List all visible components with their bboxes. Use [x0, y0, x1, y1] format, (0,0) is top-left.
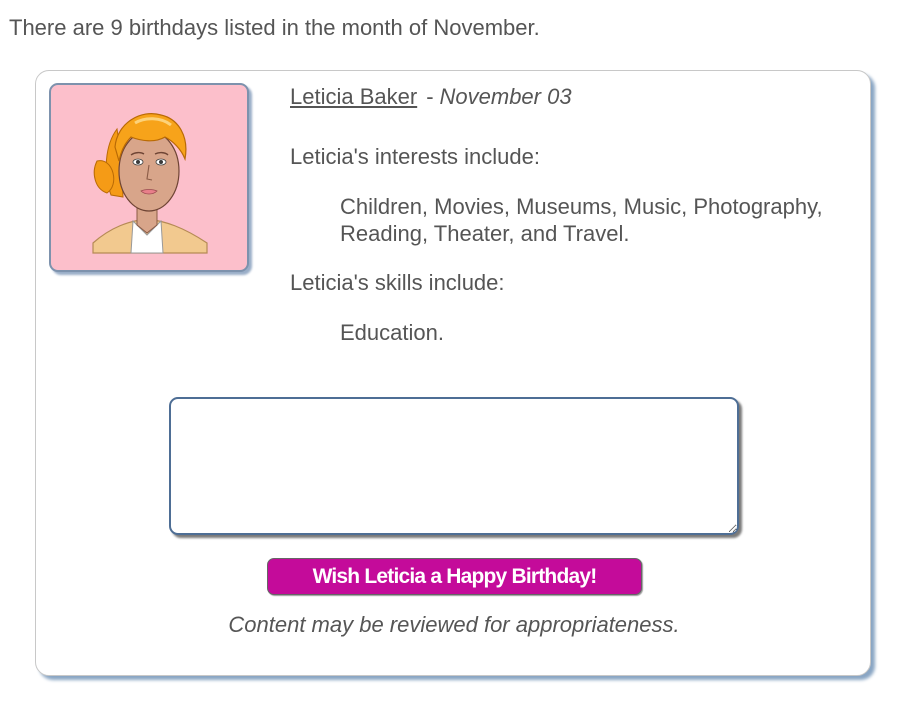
woman-avatar-illustration-icon [92, 113, 208, 254]
birthday-card: Leticia Baker - November 03 Leticia's inte… [35, 70, 871, 676]
interests-list: Children, Movies, Museums, Music, Photog… [340, 194, 823, 246]
person-name-link[interactable]: Leticia Baker [290, 84, 417, 109]
name-separator: - [426, 84, 434, 109]
birthday-message-input[interactable] [169, 397, 739, 535]
skills-list: Education. [340, 320, 444, 345]
birthday-date: November 03 [439, 84, 572, 109]
person-info: Leticia Baker - November 03 Leticia's inte… [290, 83, 865, 346]
moderation-note: Content may be reviewed for appropriaten… [228, 612, 680, 637]
wish-happy-birthday-button[interactable]: Wish Leticia a Happy Birthday! [267, 558, 642, 595]
birthday-count-summary: There are 9 birthdays listed in the mont… [9, 15, 540, 40]
avatar [49, 83, 249, 272]
skills-heading: Leticia's skills include: [290, 270, 505, 295]
name-line: Leticia Baker - November 03 [290, 83, 865, 111]
interests-heading: Leticia's interests include: [290, 144, 540, 169]
